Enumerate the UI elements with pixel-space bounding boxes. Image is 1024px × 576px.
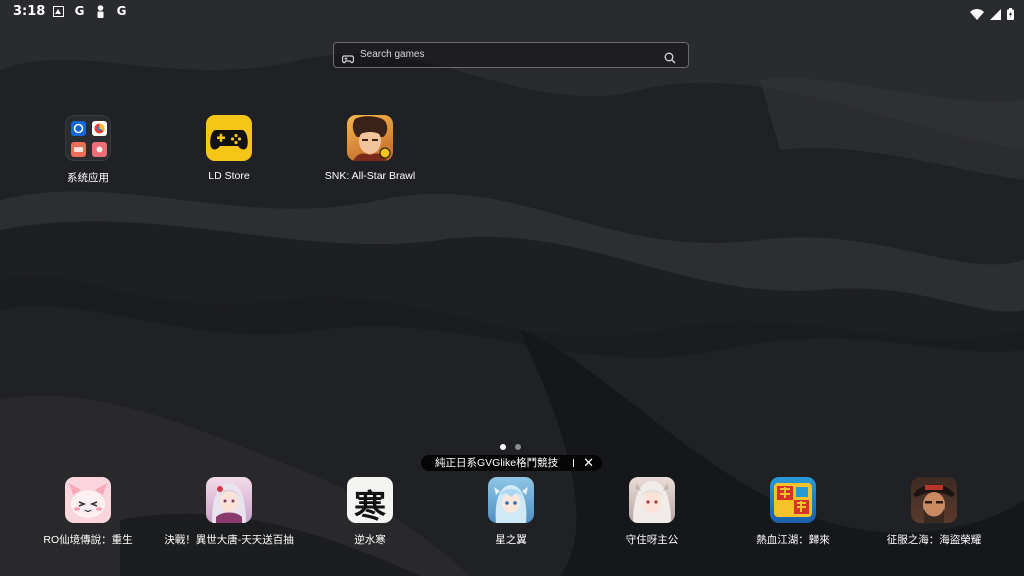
screenshot-icon	[52, 4, 65, 18]
folder-icon[interactable]	[65, 115, 111, 161]
shouzhuya-game-icon[interactable]	[629, 477, 675, 523]
dock-app-zhengfuzhihai[interactable]: 征服之海：海盜榮耀	[864, 477, 1004, 547]
status-bar: 3:18 G G	[0, 0, 1024, 24]
google-icon: G	[116, 4, 127, 18]
app-label: 決戰！異世大唐-天天送百抽	[164, 534, 294, 546]
app-ld-store[interactable]: LD Store	[159, 115, 299, 182]
google-icon: G	[74, 4, 85, 18]
promo-banner[interactable]: 純正日系GVGlike格鬥競技 ✕	[421, 455, 602, 471]
dock-app-xingzhiyi[interactable]: 星之翼	[441, 477, 581, 547]
app-label: LD Store	[208, 170, 250, 182]
page-indicator	[500, 444, 521, 450]
page-dot[interactable]	[515, 444, 521, 450]
dock-app-rexuejianghu[interactable]: 熱血江湖：歸來	[723, 477, 863, 547]
search-bar[interactable]: Search games	[333, 42, 689, 68]
app-label: 逆水寒	[354, 534, 386, 546]
app-label: RO仙境傳說：重生	[43, 534, 133, 546]
juezhan-game-icon[interactable]	[206, 477, 252, 523]
snk-game-icon[interactable]	[347, 115, 393, 161]
signal-icon	[990, 5, 1001, 24]
zhengfuzhihai-game-icon[interactable]	[911, 477, 957, 523]
nishuihan-glyph: 寒	[353, 487, 386, 523]
app-system-apps-folder[interactable]: 系统应用	[18, 115, 158, 185]
ro-game-icon[interactable]	[65, 477, 111, 523]
nishuihan-game-icon[interactable]: 寒	[347, 477, 393, 523]
app-label: 星之翼	[495, 534, 527, 546]
gamepad-icon	[341, 49, 355, 68]
app-label: 征服之海：海盜榮耀	[886, 534, 982, 546]
xingzhiyi-game-icon[interactable]	[488, 477, 534, 523]
search-placeholder[interactable]: Search games	[360, 49, 424, 60]
divider	[573, 459, 574, 467]
page-dot-active[interactable]	[500, 444, 506, 450]
rexuejianghu-game-icon[interactable]	[770, 477, 816, 523]
person-icon	[94, 4, 107, 18]
app-label: 系统应用	[67, 172, 109, 184]
app-label: 熱血江湖：歸來	[756, 534, 830, 546]
dock-app-ro[interactable]: RO仙境傳說：重生	[18, 477, 158, 547]
dock-app-juezhan[interactable]: 決戰！異世大唐-天天送百抽	[159, 477, 299, 547]
dock-app-nishuihan[interactable]: 寒 逆水寒	[300, 477, 440, 547]
wifi-icon	[970, 5, 984, 24]
app-snk-all-star-brawl[interactable]: SNK: All-Star Brawl	[300, 115, 440, 182]
system-icons	[970, 5, 1014, 24]
notification-icons: G G	[52, 4, 128, 18]
battery-icon	[1007, 5, 1014, 24]
search-icon[interactable]	[664, 49, 676, 68]
app-label: 守住呀主公	[625, 534, 679, 546]
ld-store-icon[interactable]	[206, 115, 252, 161]
promo-text[interactable]: 純正日系GVGlike格鬥競技	[435, 455, 558, 471]
status-time: 3:18	[13, 4, 46, 19]
dock-app-shouzhuya[interactable]: 守住呀主公	[582, 477, 722, 547]
app-label: SNK: All-Star Brawl	[324, 170, 416, 182]
close-icon[interactable]: ✕	[583, 455, 594, 471]
